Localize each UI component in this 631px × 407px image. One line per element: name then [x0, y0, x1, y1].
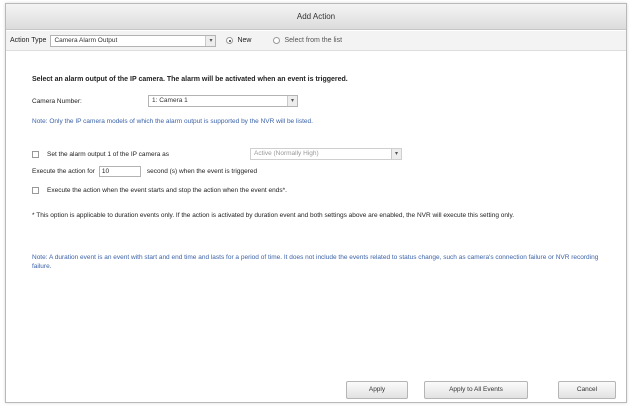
new-radio-label: New: [237, 37, 252, 44]
execute-prefix: Execute the action for: [32, 168, 95, 175]
action-type-label: Action Type: [10, 37, 47, 44]
section-heading-row: Select an alarm output of the IP camera.…: [32, 76, 348, 83]
action-type-bar: Action Type Camera Alarm Output ▾ New Se…: [6, 31, 626, 51]
execute-suffix: second (s) when the event is triggered: [146, 168, 258, 175]
set-output-label: Set the alarm output 1 of the IP camera …: [47, 150, 170, 158]
duration-option-row: Execute the action when the event starts…: [32, 187, 287, 194]
execute-duration-row: Execute the action for 10 second (s) whe…: [32, 166, 257, 177]
set-output-checkbox[interactable]: [32, 150, 39, 158]
duration-event-note: Note: A duration event is an event with …: [32, 254, 599, 270]
execute-seconds-input[interactable]: 10: [98, 166, 141, 177]
duration-footnote: * This option is applicable to duration …: [32, 212, 515, 219]
set-output-row: Set the alarm output 1 of the IP camera …: [32, 148, 402, 160]
cancel-button[interactable]: Cancel: [558, 381, 616, 399]
apply-to-all-events-button[interactable]: Apply to All Events: [424, 381, 528, 399]
duration-option-label: Execute the action when the event starts…: [47, 187, 287, 194]
select-from-list-radio[interactable]: [273, 37, 281, 44]
select-from-list-label: Select from the list: [284, 37, 343, 44]
camera-number-label: Camera Number:: [32, 97, 82, 105]
camera-number-value: 1: Camera 1: [152, 97, 188, 104]
chevron-down-icon[interactable]: ▾: [391, 149, 401, 159]
camera-number-select[interactable]: 1: Camera 1 ▾: [148, 95, 298, 107]
chevron-down-icon[interactable]: ▾: [287, 96, 297, 106]
chevron-down-icon[interactable]: ▾: [205, 35, 216, 46]
camera-number-row: Camera Number: 1: Camera 1 ▾: [32, 95, 298, 107]
output-mode-select[interactable]: Active (Normally High) ▾: [250, 148, 402, 160]
duration-option-checkbox[interactable]: [32, 187, 39, 194]
note-row: Note: Only the IP camera models of which…: [32, 118, 313, 125]
new-radio[interactable]: [226, 37, 234, 44]
apply-button[interactable]: Apply: [346, 381, 408, 399]
action-type-value: Camera Alarm Output: [54, 36, 118, 44]
add-action-dialog: Add Action Action Type Camera Alarm Outp…: [5, 3, 627, 403]
section-heading: Select an alarm output of the IP camera.…: [32, 76, 348, 83]
camera-support-note: Note: Only the IP camera models of which…: [32, 118, 313, 125]
output-mode-value: Active (Normally High): [254, 150, 319, 157]
dialog-title: Add Action: [6, 4, 626, 30]
action-type-select[interactable]: Camera Alarm Output ▾: [50, 34, 217, 47]
